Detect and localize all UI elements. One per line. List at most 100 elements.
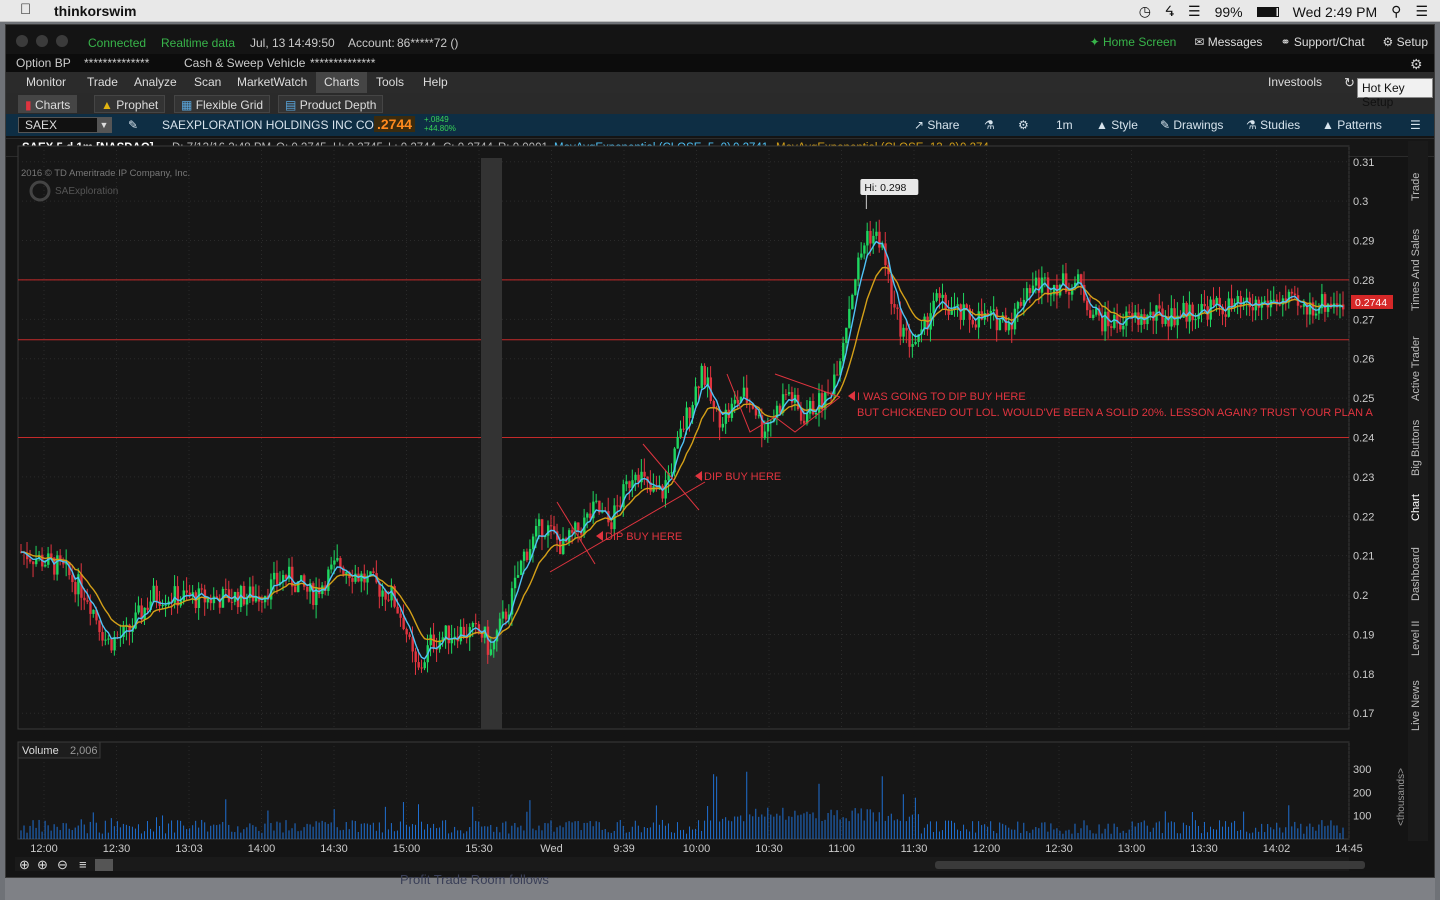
- tab-charts[interactable]: ▮ Charts: [18, 95, 78, 113]
- account-value[interactable]: 86*****72 (): [397, 36, 458, 50]
- window-minimize-button[interactable]: [36, 35, 48, 47]
- tab-prophet[interactable]: ▲ Prophet: [94, 95, 166, 113]
- candle-body: [152, 585, 155, 602]
- expand-button[interactable]: [95, 859, 113, 871]
- note-label-1: I WAS GOING TO DIP BUY HERE: [857, 391, 1026, 403]
- menu-analyze[interactable]: Analyze: [134, 75, 177, 89]
- side-tab-dashboard[interactable]: Dashboard: [1410, 547, 1422, 601]
- side-tab-trade[interactable]: Trade: [1410, 173, 1422, 201]
- candle-body: [977, 311, 981, 328]
- candle-body: [682, 428, 685, 430]
- connected-status: Connected: [88, 36, 147, 50]
- candle-body: [1016, 302, 1020, 309]
- home-label: Home Screen: [1102, 35, 1177, 49]
- side-tab-times-and-sales[interactable]: Times And Sales: [1410, 229, 1422, 311]
- setup-button[interactable]: ⚙ Setup: [1383, 35, 1428, 49]
- candle-body: [1089, 310, 1092, 319]
- candle-body: [161, 605, 164, 607]
- candle-body: [537, 519, 541, 527]
- apple-icon[interactable]: : [20, 1, 31, 18]
- price-chart[interactable]: Volume 2,006 12:00 12:30 13:03 14:00 14:30 15:0…: [5, 112, 1405, 872]
- lock-icon[interactable]: ↻: [1344, 75, 1355, 91]
- candle-body: [1049, 294, 1053, 296]
- y-tick-label: 0.3: [1353, 196, 1368, 208]
- candle-body: [938, 293, 941, 298]
- x-tick-label: Wed: [540, 843, 562, 855]
- candle-body: [784, 394, 788, 396]
- candle-body: [679, 428, 682, 437]
- time-machine-icon[interactable]: ◷: [1139, 3, 1151, 20]
- candle-body: [330, 564, 333, 570]
- volume-tick-label: 100: [1353, 811, 1371, 823]
- window-close-button[interactable]: [16, 35, 28, 47]
- candle-body: [423, 662, 426, 669]
- candle-body: [971, 319, 975, 325]
- day-separator: [481, 158, 502, 729]
- battery-percent[interactable]: 99%: [1215, 4, 1243, 20]
- menu-investools[interactable]: Investools: [1268, 75, 1322, 89]
- y-tick-label: 0.23: [1353, 472, 1374, 484]
- candle-body: [1224, 314, 1227, 317]
- candle-body: [1028, 288, 1032, 294]
- candle-body: [32, 561, 35, 565]
- tab-flexible-grid[interactable]: ▦ Flexible Grid: [174, 95, 271, 113]
- menu-scan[interactable]: Scan: [194, 75, 221, 89]
- zoom-out-icon: ⊖: [57, 857, 68, 872]
- side-tab-big-buttons[interactable]: Big Buttons: [1410, 420, 1422, 476]
- menu-tools[interactable]: Tools: [376, 75, 404, 89]
- side-tab-active-trader[interactable]: Active Trader: [1410, 336, 1422, 401]
- candle-body: [595, 500, 598, 502]
- horizontal-scrollbar[interactable]: [935, 861, 1365, 869]
- candle-body: [1272, 299, 1276, 301]
- candle-body: [176, 586, 180, 606]
- candle-body: [534, 526, 538, 537]
- volume-value: 2,006: [70, 745, 98, 757]
- candle-body: [688, 407, 691, 419]
- home-screen-button[interactable]: ✦ Home Screen: [1090, 35, 1177, 49]
- home-icon: ✦: [1089, 35, 1103, 49]
- menu-charts[interactable]: Charts: [316, 72, 368, 93]
- side-tab-chart[interactable]: Chart: [1410, 494, 1422, 521]
- candle-body: [754, 408, 758, 416]
- window-zoom-button[interactable]: [56, 35, 68, 47]
- candle-body: [303, 575, 306, 587]
- candle-body: [610, 522, 613, 530]
- candle-body: [1323, 294, 1327, 312]
- clock[interactable]: Wed 2:49 PM: [1293, 4, 1378, 20]
- bluetooth-icon[interactable]: ᖧ: [1165, 3, 1174, 20]
- y-tick-label: 0.26: [1353, 354, 1374, 366]
- volume-tick-label: 300: [1353, 764, 1371, 776]
- candle-body: [333, 560, 336, 565]
- side-tab-live-news[interactable]: Live News: [1410, 680, 1422, 731]
- support-chat-button[interactable]: ⚭ Support/Chat: [1280, 35, 1364, 49]
- warning-triangle-icon: ▲: [101, 98, 113, 112]
- app-name[interactable]: thinkorswim: [54, 3, 136, 19]
- hamburger-menu-icon[interactable]: ☰: [1410, 118, 1421, 132]
- menu-monitor[interactable]: Monitor: [26, 75, 66, 89]
- candle-body: [634, 474, 637, 481]
- side-tab-level-ii[interactable]: Level II: [1410, 621, 1422, 656]
- candle-body: [200, 588, 204, 590]
- wifi-icon[interactable]: ☰: [1188, 3, 1201, 20]
- messages-button[interactable]: ✉ Messages: [1194, 35, 1262, 49]
- candle-body: [974, 324, 978, 328]
- x-tick-label: 13:30: [1190, 843, 1218, 855]
- candle-body: [110, 638, 113, 651]
- settings-gear-icon[interactable]: ⚙: [1410, 56, 1423, 73]
- tab-product-depth[interactable]: ▤ Product Depth: [278, 95, 384, 113]
- candle-body: [1185, 302, 1188, 322]
- menu-marketwatch[interactable]: MarketWatch: [237, 75, 307, 89]
- candle-body: [417, 662, 420, 668]
- candle-body: [995, 309, 999, 331]
- spotlight-search-icon[interactable]: ⚲: [1391, 3, 1401, 20]
- x-tick-label: 13:00: [1118, 843, 1146, 855]
- candle-body: [1110, 326, 1113, 328]
- battery-icon[interactable]: [1256, 6, 1279, 17]
- menu-trade[interactable]: Trade: [87, 75, 118, 89]
- menu-help[interactable]: Help: [423, 75, 448, 89]
- candle-body: [227, 589, 231, 602]
- volume-panel[interactable]: [17, 741, 1350, 840]
- y-tick-label: 0.2: [1353, 590, 1368, 602]
- candle-body: [965, 304, 968, 309]
- notification-center-icon[interactable]: ☰: [1415, 3, 1428, 20]
